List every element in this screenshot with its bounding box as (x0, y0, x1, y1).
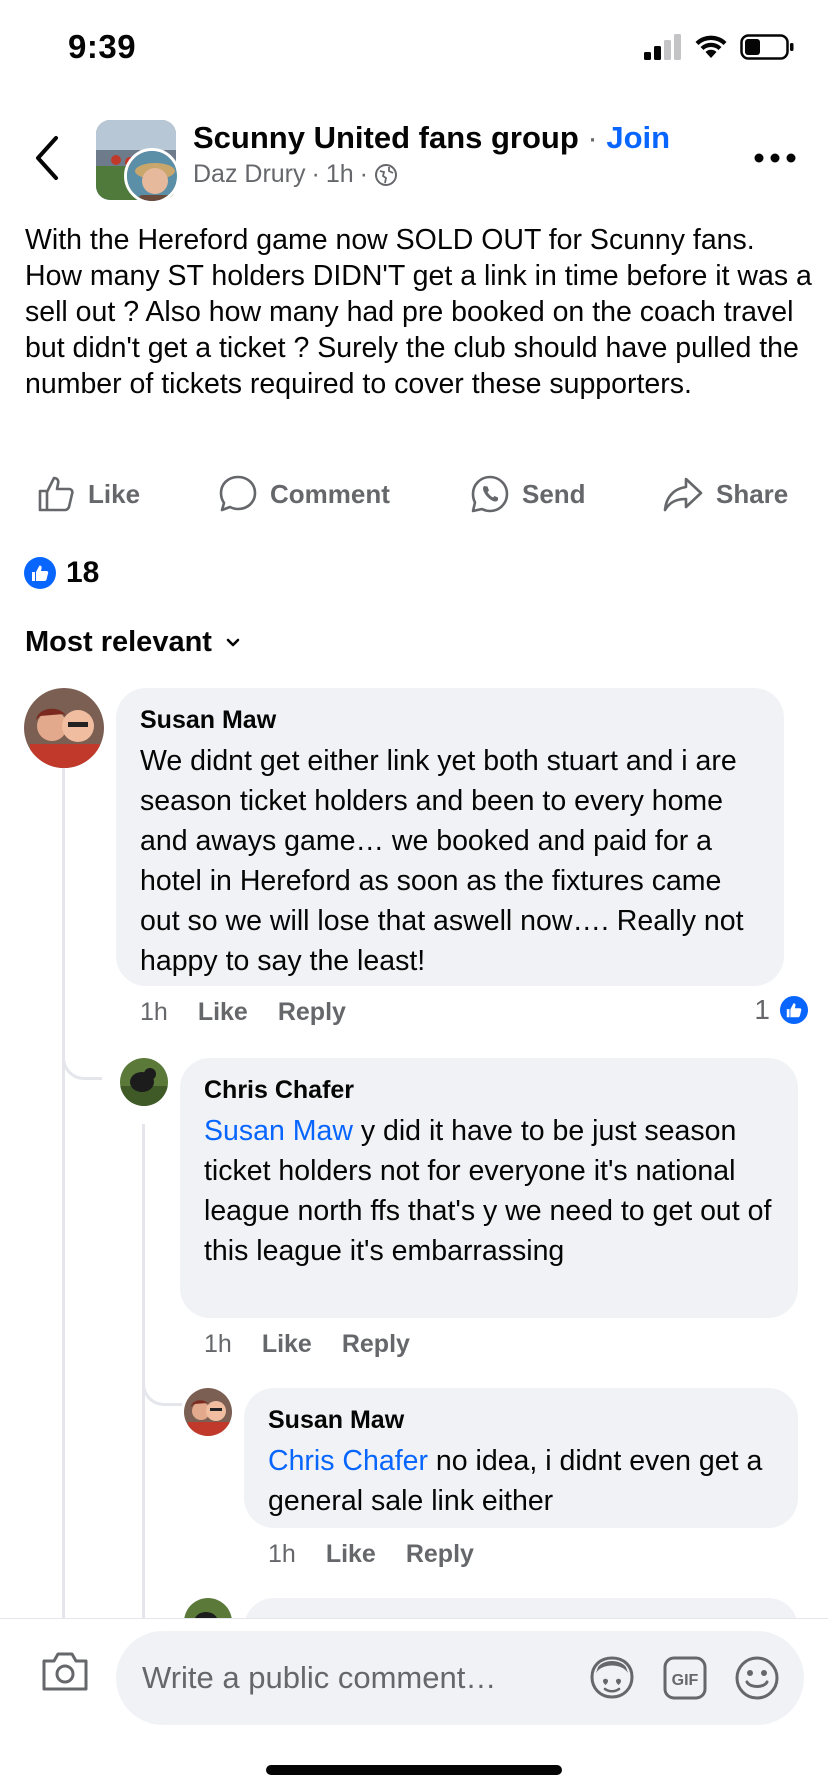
thread-connector-2 (142, 1340, 182, 1406)
gif-button[interactable]: GIF (662, 1655, 708, 1706)
status-bar: 9:39 (0, 0, 828, 100)
comment-bubble: Susan Maw We didnt get either link yet b… (116, 688, 784, 986)
comment-mention-link[interactable]: Chris Chafer (268, 1445, 428, 1477)
comment-like-button[interactable]: Like (326, 1540, 376, 1569)
post-text: With the Hereford game now SOLD OUT for … (25, 224, 812, 400)
comment-bubble: Susan Maw Chris Chafer no idea, i didnt … (244, 1388, 798, 1528)
author-avatar[interactable] (124, 148, 180, 204)
commenter-avatar[interactable] (24, 688, 104, 768)
cellular-signal-icon (644, 34, 681, 60)
globe-icon (374, 163, 397, 186)
comment-time[interactable]: 1h (204, 1330, 232, 1359)
post-meta: Daz Drury · 1h · (193, 160, 398, 189)
send-label: Send (522, 478, 586, 509)
comment-reply-button[interactable]: Reply (278, 998, 346, 1027)
comment-bubble-icon (219, 475, 257, 512)
like-label: Like (88, 478, 141, 509)
more-options-button[interactable] (752, 148, 798, 168)
comment-bubble: Chris Chafer Susan Maw y did it have to … (180, 1058, 798, 1318)
status-time: 9:39 (68, 28, 137, 65)
person-photo-icon (127, 151, 177, 201)
comment-meta: 1h Like Reply (268, 1540, 474, 1569)
battery-icon (740, 34, 794, 60)
share-button[interactable]: Share (662, 474, 788, 514)
comment-like-button[interactable]: Like (198, 998, 248, 1027)
camera-icon (42, 1652, 88, 1691)
share-label: Share (716, 478, 789, 509)
comment-meta: 1h Like Reply (140, 998, 346, 1027)
comment-author[interactable]: Susan Maw (140, 706, 760, 735)
comment-label: Comment (270, 478, 390, 509)
group-title-line: Scunny United fans group · Join (193, 120, 670, 156)
comment-like-count: 1 (754, 994, 770, 1025)
thumbs-up-icon (38, 476, 74, 512)
svg-text:GIF: GIF (672, 1672, 699, 1689)
author-name[interactable]: Daz Drury (193, 160, 306, 189)
join-button[interactable]: Join (606, 120, 670, 155)
comment-time[interactable]: 1h (140, 998, 168, 1027)
comment-author[interactable]: Susan Maw (268, 1406, 774, 1435)
post-header: Scunny United fans group · Join Daz Drur… (0, 112, 828, 208)
post-time[interactable]: 1h (326, 160, 354, 189)
share-arrow-icon (663, 477, 703, 512)
home-indicator (266, 1765, 562, 1775)
back-button[interactable] (28, 132, 68, 184)
commenter-avatar[interactable] (120, 1058, 168, 1106)
thread-connector-1 (62, 1000, 102, 1080)
meta-separator: · (311, 160, 320, 188)
couple-photo-icon (184, 1388, 232, 1436)
comment-like-button[interactable]: Like (262, 1330, 312, 1359)
post-actions: Like Comment Send Share (0, 468, 828, 528)
thumbs-up-filled-icon (786, 1003, 802, 1018)
thumbs-up-filled-icon (32, 565, 49, 581)
group-name[interactable]: Scunny United fans group (193, 120, 579, 155)
status-icons (644, 34, 794, 60)
reaction-summary[interactable]: 18 (24, 556, 99, 590)
meta-separator-2: · (359, 160, 368, 188)
comment-text: We didnt get either link yet both stuart… (140, 745, 744, 977)
like-button[interactable]: Like (36, 474, 140, 514)
reaction-count: 18 (66, 556, 100, 589)
comment-reply-button[interactable]: Reply (342, 1330, 410, 1359)
couple-photo-icon (24, 688, 104, 768)
comment-text-wrapper: Susan Maw y did it have to be just seaso… (204, 1111, 774, 1271)
send-button[interactable]: Send (470, 474, 586, 514)
comment-reaction-count[interactable]: 1 (754, 994, 810, 1026)
like-reaction-icon (24, 557, 56, 589)
comment-button[interactable]: Comment (218, 474, 390, 514)
sort-label: Most relevant (25, 626, 212, 658)
wifi-icon (695, 35, 727, 58)
chevron-left-icon (36, 136, 58, 180)
thread-line-main-continued (62, 1078, 65, 1618)
camera-button[interactable] (40, 1649, 90, 1698)
more-horizontal-icon (754, 153, 796, 163)
comment-reply-button[interactable]: Reply (406, 1540, 474, 1569)
comment-composer: GIF (0, 1618, 828, 1792)
comment-like-reaction-icon (778, 994, 810, 1026)
smiley-icon (735, 1656, 779, 1700)
comment-author[interactable]: Chris Chafer (204, 1076, 774, 1105)
avatar-sticker-button[interactable] (588, 1655, 636, 1706)
comment-meta: 1h Like Reply (204, 1330, 410, 1359)
whatsapp-icon (471, 475, 509, 513)
commenter-avatar[interactable] (184, 1388, 232, 1436)
gif-icon: GIF (663, 1656, 707, 1700)
comment-time[interactable]: 1h (268, 1540, 296, 1569)
dog-photo-icon (120, 1058, 168, 1106)
comment-sort-dropdown[interactable]: Most relevant (25, 626, 240, 659)
avatar-sticker-icon (590, 1656, 634, 1699)
title-separator: · (587, 120, 598, 155)
chevron-down-icon (226, 638, 240, 646)
comment-mention-link[interactable]: Susan Maw (204, 1115, 353, 1147)
emoji-button[interactable] (734, 1655, 780, 1706)
comment-text-wrapper: Chris Chafer no idea, i didnt even get a… (268, 1441, 774, 1521)
thread-line-reply-continued (142, 1404, 145, 1618)
